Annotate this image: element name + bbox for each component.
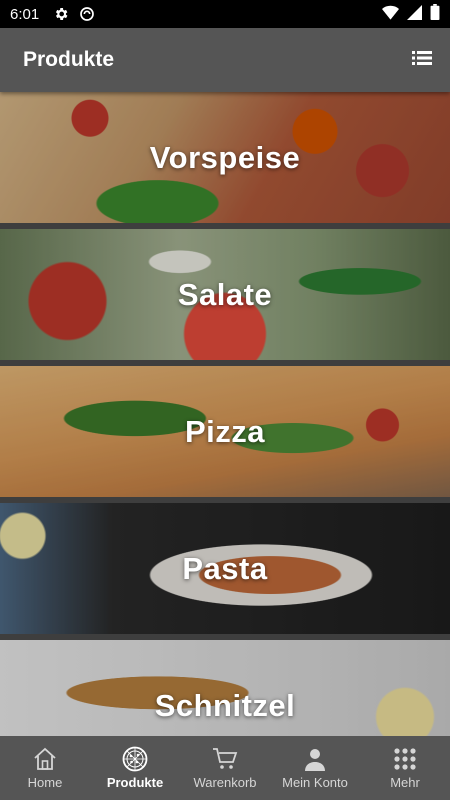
battery-icon (430, 4, 440, 24)
category-label: Schnitzel (154, 687, 296, 723)
signal-icon (407, 4, 422, 24)
cart-icon (212, 746, 238, 772)
nav-produkte[interactable]: Produkte (90, 736, 180, 800)
category-tile-vorspeise[interactable]: Vorspeise (0, 92, 450, 223)
nav-warenkorb[interactable]: Warenkorb (180, 736, 270, 800)
nav-label: Produkte (106, 775, 164, 790)
settings-icon (53, 6, 69, 22)
pizza-icon (122, 746, 148, 772)
category-list: Vorspeise Salate Pizza Pasta Schnitzel (0, 92, 450, 736)
nav-label: Mehr (390, 775, 420, 790)
home-icon (32, 746, 58, 772)
category-label: Vorspeise (149, 139, 301, 175)
nav-home[interactable]: Home (0, 736, 90, 800)
nav-label: Warenkorb (193, 775, 257, 790)
category-tile-salate[interactable]: Salate (0, 229, 450, 360)
status-icons-right (382, 4, 440, 24)
category-label: Pizza (184, 413, 266, 449)
category-tile-schnitzel[interactable]: Schnitzel (0, 640, 450, 736)
app-bar: Produkte (0, 28, 450, 92)
list-icon (412, 50, 432, 71)
sync-icon (79, 6, 95, 22)
category-label: Salate (177, 276, 273, 312)
wifi-icon (382, 5, 399, 24)
category-tile-pasta[interactable]: Pasta (0, 503, 450, 634)
page-title: Produkte (23, 48, 115, 71)
category-label: Pasta (182, 550, 268, 586)
list-view-button[interactable] (410, 48, 434, 72)
bottom-navigation: Home Produkte Warenkorb Mein Konto Mehr (0, 736, 450, 800)
grid-icon (392, 746, 418, 772)
nav-label: Home (27, 775, 63, 790)
status-bar: 6:01 (0, 0, 450, 28)
person-icon (302, 746, 328, 772)
status-time: 6:01 (10, 5, 40, 23)
nav-mein-konto[interactable]: Mein Konto (270, 736, 360, 800)
category-tile-pizza[interactable]: Pizza (0, 366, 450, 497)
nav-label: Mein Konto (282, 775, 348, 790)
nav-mehr[interactable]: Mehr (360, 736, 450, 800)
